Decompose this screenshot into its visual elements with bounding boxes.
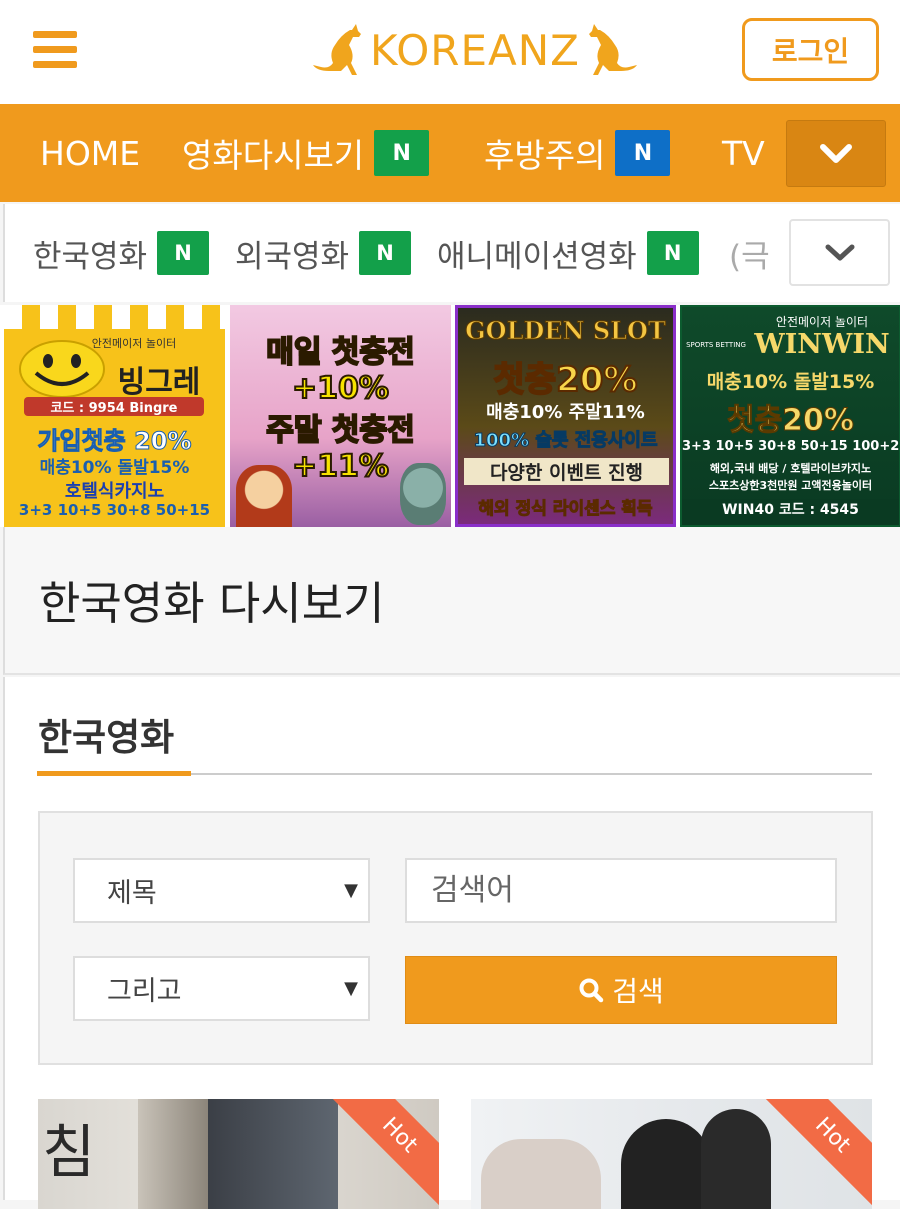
banner-text: 안전메이저 놀이터 bbox=[775, 315, 869, 329]
banner-text: GOLDEN SLOT bbox=[465, 316, 667, 346]
search-form: 제목 ▼ 그리고 ▼ 검색 bbox=[38, 811, 873, 1065]
top-header: KOREANZ 로그인 bbox=[0, 0, 900, 104]
nav-item-label: 후방주의 bbox=[484, 136, 606, 175]
banner-text: 코드 : 9954 Bingre bbox=[24, 397, 204, 416]
kangaroo-right-icon bbox=[588, 24, 637, 75]
search-button[interactable]: 검색 bbox=[405, 956, 837, 1024]
ad-banner-bingre[interactable]: 안전메이저 놀이터 빙그레 코드 : 9954 Bingre 가입첫충 20% … bbox=[4, 305, 225, 527]
page-title: 한국영화 다시보기 bbox=[39, 577, 385, 630]
new-badge: N bbox=[374, 130, 430, 176]
sub-nav: 한국영화 N 외국영화 N 애니메이션영화 N (극 bbox=[3, 204, 900, 302]
banner-text: 첫충20% bbox=[726, 403, 854, 439]
search-field-select-value: 제목 bbox=[107, 878, 157, 909]
banner-text: 매충10% 돌발15% bbox=[39, 458, 190, 478]
nav-item-adult[interactable]: 후방주의 N bbox=[484, 104, 671, 202]
dropdown-arrow-icon: ▼ bbox=[344, 880, 358, 901]
new-badge: N bbox=[646, 231, 699, 275]
main-nav-expand-button[interactable] bbox=[786, 120, 886, 187]
kangaroo-left-icon bbox=[313, 24, 361, 75]
banner-text: 스포츠상한3천만원 고액전용놀이터 bbox=[708, 479, 873, 492]
donkey-image bbox=[400, 463, 446, 525]
banner-text: SPORTS BETTING bbox=[686, 341, 746, 349]
search-operator-select[interactable]: 그리고 ▼ bbox=[73, 956, 370, 1021]
section-title: 한국영화 bbox=[38, 716, 175, 759]
sub-nav-item-label: 한국영화 bbox=[33, 238, 148, 275]
section-divider-accent bbox=[37, 771, 191, 776]
ad-banner-winwin[interactable]: 안전메이저 놀이터 WINWIN SPORTS BETTING 매충10% 돌발… bbox=[680, 305, 900, 527]
sub-nav-item-label: (극 bbox=[729, 238, 770, 275]
movie-card[interactable]: Hot bbox=[471, 1099, 872, 1209]
main-nav: HOME 영화다시보기 N 후방주의 N TV bbox=[0, 104, 900, 202]
sub-nav-expand-button[interactable] bbox=[789, 219, 890, 286]
sub-nav-item-label: 애니메이션영화 bbox=[437, 238, 637, 275]
nav-item-label: TV bbox=[722, 133, 765, 173]
sub-nav-item-korean-movie[interactable]: 한국영화 N bbox=[33, 204, 210, 302]
banner-text: 해외,국내 배당 / 호텔라이브카지노 bbox=[709, 462, 872, 475]
page-title-bar: 한국영화 다시보기 bbox=[3, 527, 900, 675]
nav-item-movie-replay[interactable]: 영화다시보기 N bbox=[182, 104, 430, 202]
god-of-fortune-image bbox=[236, 465, 292, 527]
dropdown-arrow-icon: ▼ bbox=[344, 978, 358, 999]
banner-text: 매충10% 주말11% bbox=[486, 402, 645, 423]
sub-nav-item-theater[interactable]: (극 bbox=[729, 204, 770, 302]
chevron-down-icon bbox=[820, 143, 852, 163]
banner-text: 첫충20% bbox=[493, 359, 639, 401]
main-content: 한국영화 제목 ▼ 그리고 ▼ 검색 침 Hot bbox=[3, 677, 900, 1209]
chevron-down-icon bbox=[825, 244, 854, 260]
login-button[interactable]: 로그인 bbox=[742, 18, 879, 81]
search-operator-select-value: 그리고 bbox=[107, 976, 182, 1007]
search-keyword-input[interactable] bbox=[405, 858, 837, 923]
banner-text: WINWIN bbox=[754, 329, 890, 360]
search-icon bbox=[579, 978, 604, 1003]
sub-nav-item-foreign-movie[interactable]: 외국영화 N bbox=[235, 204, 412, 302]
banner-text: 해외 정식 라이센스 획득 bbox=[478, 499, 653, 520]
banner-text: 호텔식카지노 bbox=[64, 481, 165, 502]
nav-item-label: 영화다시보기 bbox=[182, 136, 365, 175]
banner-text: 매충10% 돌발15% bbox=[706, 371, 875, 393]
ad-banner-golden-slot[interactable]: GOLDEN SLOT 첫충20% 매충10% 주말11% 100% 슬롯 전용… bbox=[455, 305, 676, 527]
ad-banner-daily-charge[interactable]: 매일 첫충전 +10% 주말 첫충전 +11% bbox=[230, 305, 451, 527]
new-badge: N bbox=[157, 231, 210, 275]
logo-text: KOREANZ bbox=[370, 25, 580, 75]
banner-text: 3+3 10+5 30+8 50+15 bbox=[18, 501, 211, 519]
movie-card[interactable]: 침 Hot bbox=[38, 1099, 439, 1209]
search-button-label: 검색 bbox=[612, 975, 664, 1008]
banner-text: 빙그레 bbox=[117, 365, 201, 400]
hamburger-menu-icon[interactable] bbox=[33, 31, 77, 69]
sub-nav-item-label: 외국영화 bbox=[235, 238, 350, 275]
sub-nav-item-animation-movie[interactable]: 애니메이션영화 N bbox=[437, 204, 699, 302]
banner-text: 다양한 이벤트 진행 bbox=[464, 458, 669, 485]
nav-item-home[interactable]: HOME bbox=[40, 104, 140, 202]
new-badge: N bbox=[615, 130, 671, 176]
new-badge: N bbox=[359, 231, 412, 275]
banner-text: 가입첫충 20% bbox=[37, 427, 192, 456]
nav-item-label: HOME bbox=[40, 133, 141, 173]
banner-text: 매일 첫충전 +10% bbox=[265, 334, 415, 407]
ad-banner-row: 안전메이저 놀이터 빙그레 코드 : 9954 Bingre 가입첫충 20% … bbox=[0, 305, 900, 527]
banner-text: 안전메이저 놀이터 bbox=[91, 337, 177, 350]
site-logo[interactable]: KOREANZ bbox=[308, 20, 642, 80]
banner-text: WIN40 코드 : 4545 bbox=[682, 499, 899, 519]
banner-text: 100% 슬롯 전용사이트 bbox=[473, 430, 658, 452]
nav-item-tv[interactable]: TV bbox=[722, 104, 765, 202]
banner-text: 3+3 10+5 30+8 50+15 100+23 bbox=[682, 439, 900, 454]
search-field-select[interactable]: 제목 ▼ bbox=[73, 858, 370, 923]
